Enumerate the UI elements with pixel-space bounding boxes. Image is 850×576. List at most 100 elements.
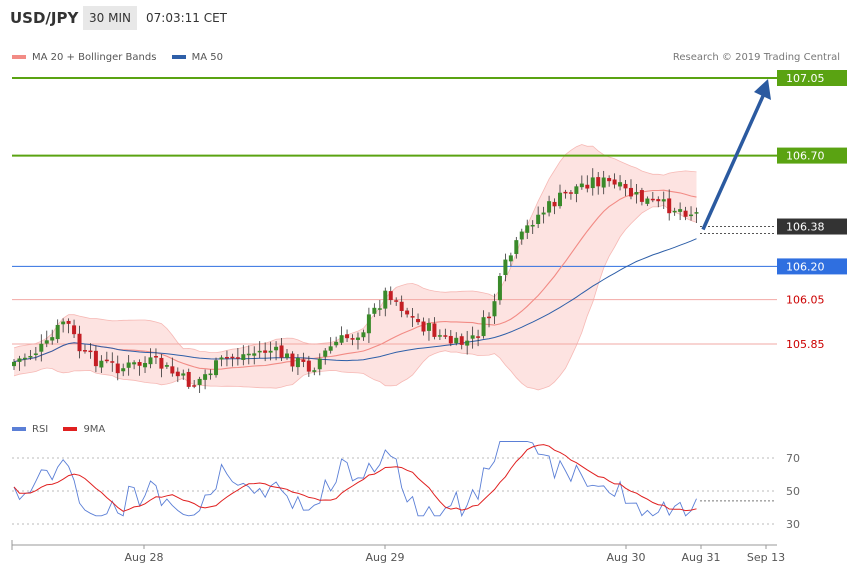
candle-body [317,358,322,370]
x-tick-label: Sep 13 [747,551,785,564]
candle-body [153,356,158,358]
candle-body [28,356,33,358]
candle-body [476,336,481,338]
candle-body [170,366,175,374]
candle-body [203,374,208,380]
candle-body [388,291,393,301]
candle-body [508,255,513,262]
candle-body [137,362,142,366]
candle-body [164,365,169,367]
candle-body [132,362,137,365]
candle-body [645,198,650,204]
candle-body [481,317,486,337]
level-label-105.85: 105.85 [786,338,825,351]
candle-body [672,210,677,213]
candle-body [285,353,289,358]
rsi-tick-30: 30 [786,518,800,531]
candle-body [339,335,344,343]
candle-body [12,361,16,367]
rsi-line [13,441,697,518]
candle-body [268,350,273,353]
candle [339,326,344,345]
candle-body [372,307,377,314]
candle-body [77,333,82,352]
candle-body [628,187,633,197]
candle-body [525,225,530,233]
candle-body [159,357,164,369]
candle-body [536,214,541,224]
rsi-ma9-line [13,444,697,512]
candle-body [44,340,49,344]
chart-canvas: 107.05 106.70 106.38 106.20 106.05 105.85 70 50… [11,70,847,564]
candle-body [661,199,666,202]
candle-body [312,370,317,372]
x-tick-label: Aug 29 [366,551,405,564]
candle-body [72,325,77,335]
x-tick-label: Aug 28 [125,551,164,564]
candle-body [650,198,655,201]
candle-body [448,335,453,344]
rsi-panel: 70 50 30 [12,441,800,531]
candle-body [470,335,475,339]
candle-body [694,212,699,214]
candle-body [328,346,333,351]
candle-body [197,378,202,385]
candle-body [394,300,399,302]
candle-body [432,323,437,337]
candle-body [596,177,601,187]
candle-body [224,356,229,359]
candle-body [361,332,366,338]
candle-body [186,371,191,387]
candle-body [366,314,371,334]
candle-body [192,385,197,387]
candle-body [514,240,519,254]
candle-body [290,353,295,367]
candle-body [410,316,415,318]
candle-body [306,360,311,372]
candle-body [377,308,382,310]
candle-body [678,209,683,212]
candle-body [263,350,268,353]
candle-body [618,182,623,187]
x-axis: Aug 28 Aug 29 Aug 30 Aug 31 Sep 13 [11,540,785,564]
candle-body [492,301,497,317]
candle [214,357,219,378]
candle-body [345,334,350,339]
candle-body [421,321,426,332]
candle-body [623,183,628,189]
candle-body [547,201,552,213]
candle-body [55,324,60,340]
candle-body [459,336,464,345]
candle-body [257,350,262,353]
candle-body [93,350,98,367]
candle-body [399,301,404,311]
candle-body [323,350,328,357]
rsi-tick-50: 50 [786,485,800,498]
candle-body [295,357,300,368]
candle-body [208,373,213,376]
candle-body [568,192,573,194]
candle-body [241,354,246,360]
candle-body [497,276,502,301]
candle-body [143,362,148,368]
candle-body [121,368,126,372]
level-label-106.05: 106.05 [786,294,825,307]
candle-body [126,362,131,368]
candle-body [148,357,153,365]
candle-body [590,177,595,189]
candle-body [689,214,694,217]
candle-body [530,224,535,227]
candle-body [88,350,93,353]
rsi-tick-70: 70 [786,452,800,465]
candle-body [252,353,257,356]
candle-body [104,359,109,362]
candle-body [585,184,590,189]
candle-body [39,343,44,352]
candle-body [634,192,639,195]
candle-body [405,310,410,315]
level-label-106.20: 106.20 [786,260,825,273]
candle-body [246,353,251,356]
candle-body [175,371,180,377]
candle-body [426,322,431,331]
candle-body [552,201,557,207]
